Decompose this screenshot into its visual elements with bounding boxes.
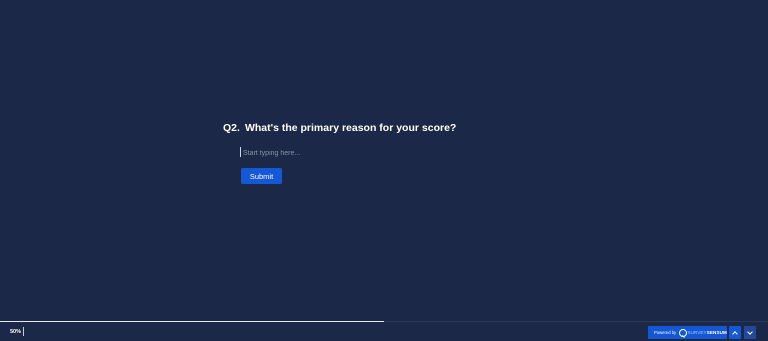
survey-page: Q2. What's the primary reason for your s… <box>0 0 768 341</box>
question-title: Q2. What's the primary reason for your s… <box>223 121 543 135</box>
progress-divider <box>23 327 24 336</box>
brand-name-part2: SENSUM <box>706 330 727 335</box>
chevron-down-icon <box>747 328 753 335</box>
progress-track <box>0 321 768 322</box>
text-caret <box>240 147 241 157</box>
brand-logo-icon <box>679 328 688 338</box>
powered-by-badge[interactable]: Powered by SURVEY SENSUM <box>648 326 727 339</box>
progress-fill <box>0 321 384 322</box>
progress-percent: 50% <box>10 329 22 335</box>
powered-by-label: Powered by <box>654 330 677 335</box>
brand-name-part1: SURVEY <box>687 330 707 335</box>
answer-input[interactable] <box>240 146 463 160</box>
question-number: Q2. <box>223 122 240 134</box>
question-text: What's the primary reason for your score… <box>244 122 457 134</box>
brand-name: SURVEY SENSUM <box>687 330 727 335</box>
next-question-button[interactable] <box>744 326 756 339</box>
footer-bar: 50% Powered by SURVEY SENSUM <box>0 321 768 341</box>
question-block: Q2. What's the primary reason for your s… <box>223 121 543 184</box>
previous-question-button[interactable] <box>729 326 741 339</box>
chevron-up-icon <box>732 330 738 337</box>
submit-button[interactable]: Submit <box>241 168 282 184</box>
